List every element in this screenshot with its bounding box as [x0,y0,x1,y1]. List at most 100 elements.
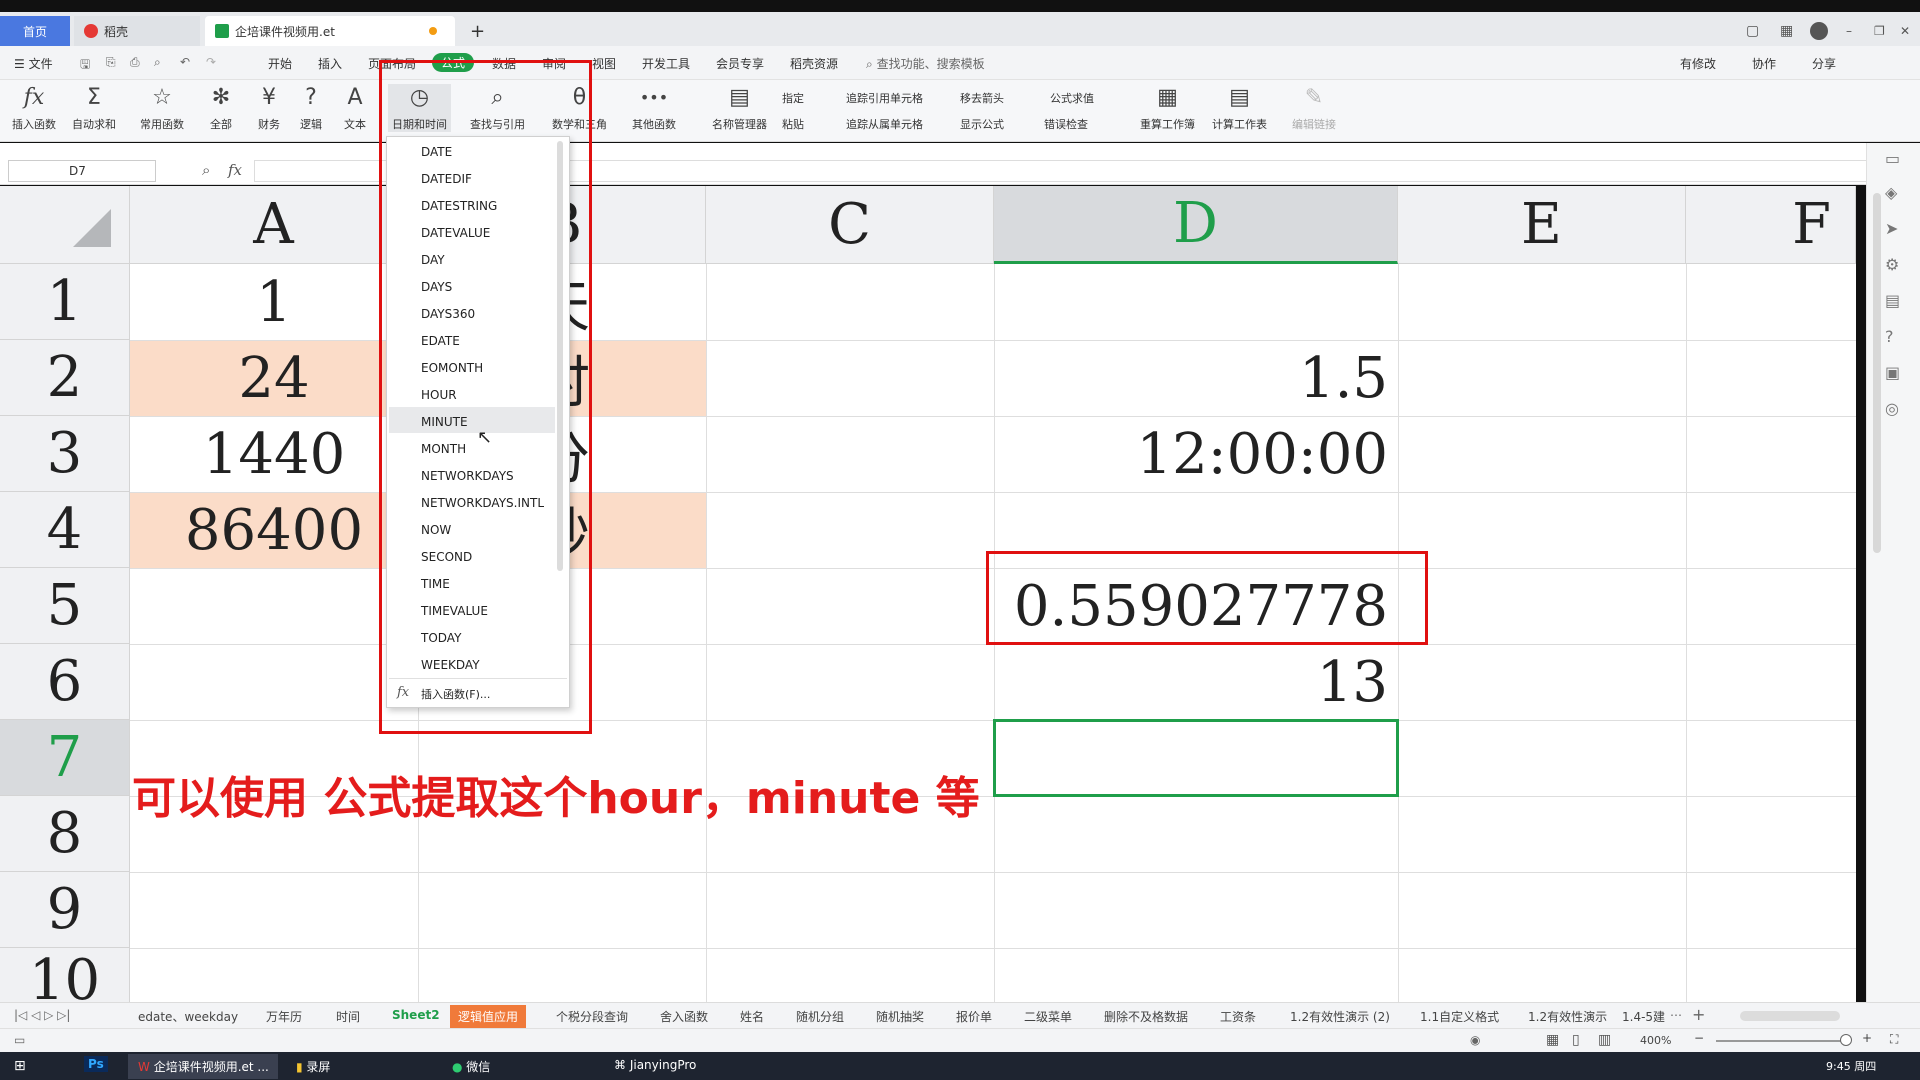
cell-a1[interactable]: 1 [130,264,418,340]
zoom-in-icon[interactable]: + [1862,1031,1872,1045]
windows-start-icon[interactable]: ⊞ [14,1058,26,1074]
menu-file[interactable]: ☰ 文件 [14,55,53,72]
assign-button[interactable]: 指定 [782,90,804,106]
modified-button[interactable]: 有修改 [1680,55,1716,72]
normal-view-icon[interactable]: ▦ [1546,1032,1559,1048]
horizontal-scrollbar[interactable] [1740,1011,1840,1021]
all-functions-button[interactable]: ✻ 全部 [210,84,232,132]
column-header-c[interactable]: C [706,186,994,264]
photoshop-icon[interactable]: Ps [84,1056,108,1072]
menu-member[interactable]: 会员专享 [716,55,764,72]
cell-a4[interactable]: 86400 [130,492,418,568]
row-header-3[interactable]: 3 [0,416,130,492]
row-header-2[interactable]: 2 [0,340,130,416]
cell-d2[interactable]: 1.5 [994,340,1398,416]
more-sheets-icon[interactable]: ⋯ [1670,1008,1682,1022]
export-icon[interactable]: ⎘ [106,55,116,70]
trace-dependents-button[interactable]: 追踪从属单元格 [846,116,923,132]
print-icon[interactable]: ⎙ [130,55,140,70]
menu-developer[interactable]: 开发工具 [642,55,690,72]
sheet-tab[interactable]: 随机抽奖 [876,1008,924,1025]
share-button[interactable]: 分享 [1812,55,1836,72]
show-formulas-button[interactable]: 显示公式 [960,116,1004,132]
zoom-slider[interactable] [1716,1040,1846,1042]
sheet-tab[interactable]: 姓名 [740,1008,764,1025]
layout-icon[interactable]: ▢ [1736,16,1769,46]
sheet-tab[interactable]: edate、weekday [138,1008,238,1025]
error-checking-button[interactable]: 错误检查 [1044,116,1088,132]
fullscreen-icon[interactable]: ⛶ [1890,1032,1898,1047]
recalc-workbook-button[interactable]: ▦ 重算工作簿 [1140,84,1195,132]
row-header-5[interactable]: 5 [0,568,130,644]
sheet-tab[interactable]: 删除不及格数据 [1104,1008,1188,1025]
row-header-9[interactable]: 9 [0,872,130,948]
row-header-7[interactable]: 7 [0,720,130,796]
eye-protect-icon[interactable]: ◉ [1470,1033,1480,1047]
minimize-icon[interactable]: – [1836,16,1862,46]
taskbar-item-wechat[interactable]: ● 微信 [452,1058,490,1075]
backup-icon[interactable]: ◎ [1885,399,1899,418]
sheet-tab[interactable]: 舍入函数 [660,1008,708,1025]
common-functions-button[interactable]: ☆ 常用函数 [140,84,184,132]
cell-a2[interactable]: 24 [130,340,418,416]
name-manager-button[interactable]: ▤ 名称管理器 [712,84,767,132]
vertical-scrollbar[interactable] [1873,193,1881,553]
sheet-tab[interactable]: 1.4-5建 [1622,1008,1665,1025]
text-button[interactable]: A 文本 [344,84,366,132]
sheet-tab[interactable]: 时间 [336,1008,360,1025]
finance-button[interactable]: ¥ 财务 [258,84,280,132]
trace-precedents-button[interactable]: 追踪引用单元格 [846,90,923,106]
row-header-8[interactable]: 8 [0,796,130,872]
cell-d6[interactable]: 13 [994,644,1398,720]
undo-icon[interactable]: ↶ [180,55,190,69]
zoom-search-icon[interactable]: ⌕ [202,161,210,179]
menu-view[interactable]: 视图 [592,55,616,72]
search-box[interactable]: ⌕ 查找功能、搜索模板 [866,55,985,72]
cell-d3[interactable]: 12:00:00 [994,416,1398,492]
menu-home[interactable]: 开始 [268,55,292,72]
insert-function-button[interactable]: fx 插入函数 [12,84,56,132]
collapse-icon[interactable]: ▭ [1885,149,1900,168]
sheet-tab-active[interactable]: Sheet2 [392,1008,440,1022]
sheet-tab[interactable]: 工资条 [1220,1008,1256,1025]
sheet-tab[interactable]: 报价单 [956,1008,992,1025]
zoom-level[interactable]: 400% [1640,1034,1671,1047]
new-tab-button[interactable]: + [460,16,495,46]
sheet-tab[interactable]: 1.2有效性演示 [1528,1008,1607,1025]
column-header-d[interactable]: D [994,186,1398,264]
evaluate-formula-button[interactable]: 公式求值 [1050,90,1094,106]
tab-daoke[interactable]: 稻壳 [74,16,200,46]
image-icon[interactable]: ▣ [1885,363,1900,382]
paste-button[interactable]: 粘贴 [782,116,804,132]
cell-a3[interactable]: 1440 [130,416,418,492]
edit-links-button[interactable]: ✎ 编辑链接 [1292,84,1336,132]
system-clock[interactable]: 9:45 周四 [1826,1058,1876,1074]
taskbar-item-wps[interactable]: W 企培课件视频用.et ... [128,1054,278,1079]
grid-icon[interactable]: ▦ [1770,16,1803,46]
sheet-tab[interactable]: 个税分段查询 [556,1008,628,1025]
row-header-4[interactable]: 4 [0,492,130,568]
sheet-tab[interactable]: 1.2有效性演示 (2) [1290,1008,1390,1025]
select-all-corner[interactable] [0,186,130,264]
remove-arrows-button[interactable]: 移去箭头 [960,90,1004,106]
row-header-6[interactable]: 6 [0,644,130,720]
help-icon[interactable]: ? [1885,327,1894,346]
menu-insert[interactable]: 插入 [318,55,342,72]
add-sheet-icon[interactable]: + [1692,1005,1705,1024]
select-icon[interactable]: ➤ [1885,219,1898,238]
row-header-1[interactable]: 1 [0,264,130,340]
logic-button[interactable]: ? 逻辑 [300,84,322,132]
status-icon[interactable]: ▭ [14,1033,25,1047]
sheet-tab[interactable]: 二级菜单 [1024,1008,1072,1025]
property-icon[interactable]: ▤ [1885,291,1900,310]
zoom-out-icon[interactable]: − [1694,1031,1704,1045]
close-icon[interactable]: ✕ [1890,16,1920,46]
fx-icon[interactable]: fx [228,161,242,179]
save-icon[interactable]: 🖫 [80,55,90,76]
calc-sheet-button[interactable]: ▤ 计算工作表 [1212,84,1267,132]
selected-cell-d7[interactable] [993,719,1399,797]
column-header-f[interactable]: F [1686,186,1856,264]
collab-button[interactable]: 协作 [1752,55,1776,72]
first-sheet-icon[interactable]: |◁ ◁ ▷ ▷| [14,1008,70,1022]
settings-icon[interactable]: ⚙ [1885,255,1899,274]
